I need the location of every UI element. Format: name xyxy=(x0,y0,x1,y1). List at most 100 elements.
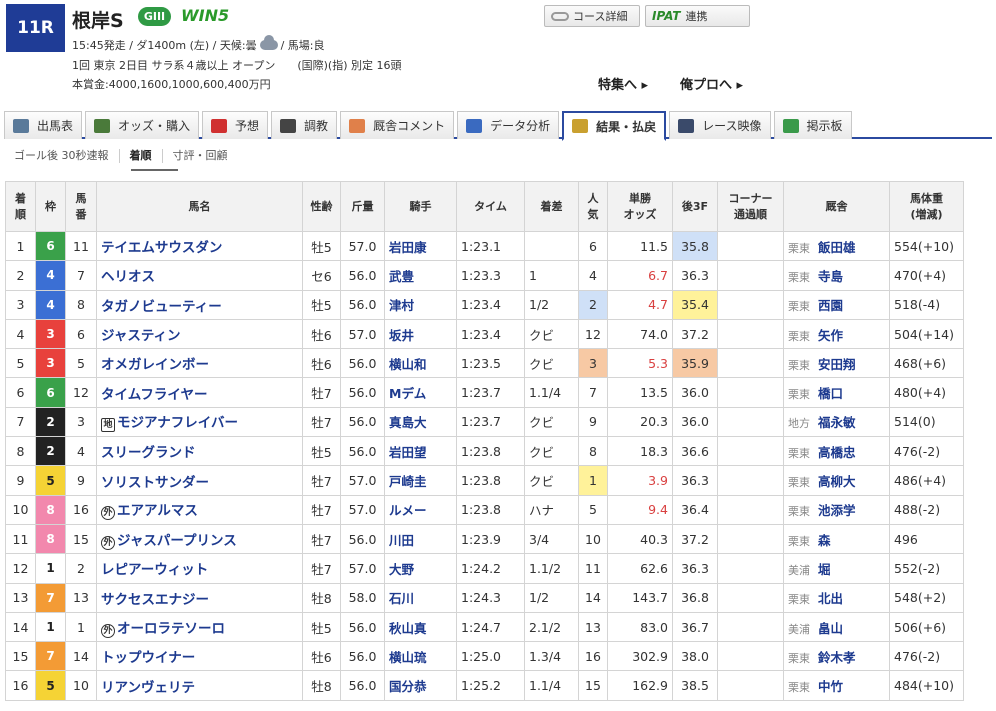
trainer-link[interactable]: 福永敏 xyxy=(818,415,856,430)
tab-label: オッズ・購入 xyxy=(118,119,191,133)
horse-name-link[interactable]: リアンヴェリテ xyxy=(101,680,195,696)
horse-name-link[interactable]: ソリストサンダー xyxy=(101,475,209,491)
trainer-location: 栗東 xyxy=(788,329,810,343)
tab-7[interactable]: レース映像 xyxy=(669,111,771,139)
horse-name-link[interactable]: オメガレインボー xyxy=(101,357,209,373)
jockey-link[interactable]: 武豊 xyxy=(389,269,414,284)
horse-name-cell: ヘリオス xyxy=(96,260,303,291)
margin: 2.1/2 xyxy=(524,611,579,643)
win-odds: 11.5 xyxy=(607,230,673,262)
carried-weight: 56.0 xyxy=(340,523,385,555)
carried-weight: 56.0 xyxy=(340,641,385,672)
tab-6[interactable]: 結果・払戻 xyxy=(562,111,667,141)
horse-name-link[interactable]: タガノビューティー xyxy=(101,299,222,315)
trainer-link[interactable]: 矢作 xyxy=(818,328,843,343)
popularity: 9 xyxy=(578,406,608,438)
trainer-link[interactable]: 鈴木孝 xyxy=(818,650,856,665)
trainer-link[interactable]: 畠山 xyxy=(818,621,843,636)
margin: 1.1/4 xyxy=(524,670,579,701)
horse-number: 15 xyxy=(65,523,97,555)
horse-name-link[interactable]: オーロラテソーロ xyxy=(117,621,225,637)
trainer-link[interactable]: 中竹 xyxy=(818,679,843,694)
horse-name-link[interactable]: スリーグランド xyxy=(101,445,196,461)
finish-time: 1:23.8 xyxy=(456,436,525,467)
jockey-cell: 川田 xyxy=(384,523,457,555)
trainer-link[interactable]: 高橋忠 xyxy=(818,445,856,460)
course-detail-button[interactable]: コース詳細 xyxy=(544,5,640,27)
tab-2[interactable]: 予想 xyxy=(202,111,269,139)
subnav-quick-result[interactable]: ゴール後 30秒速報 xyxy=(4,149,120,163)
subnav-review[interactable]: 寸評・回顧 xyxy=(163,149,238,163)
horse-name-link[interactable]: ジャスティン xyxy=(101,328,181,344)
margin: 1 xyxy=(524,260,579,291)
jockey-link[interactable]: 秋山真 xyxy=(389,621,427,636)
horse-name-link[interactable]: トップウイナー xyxy=(101,650,195,666)
jockey-link[interactable]: 川田 xyxy=(389,533,414,548)
trainer-link[interactable]: 安田翔 xyxy=(818,357,856,372)
jockey-link[interactable]: 大野 xyxy=(389,562,414,577)
finish-rank: 16 xyxy=(5,670,36,701)
horse-name-link[interactable]: ヘリオス xyxy=(101,269,155,285)
waku-badge: 2 xyxy=(39,440,62,463)
tab-8[interactable]: 掲示板 xyxy=(773,111,852,139)
sex-age: セ6 xyxy=(302,260,341,291)
carried-weight: 56.0 xyxy=(340,289,385,320)
jockey-link[interactable]: 戸崎圭 xyxy=(389,474,427,489)
trainer-location: 栗東 xyxy=(788,651,810,665)
col-header-last3f: 後3F xyxy=(672,181,718,232)
jockey-link[interactable]: ルメー xyxy=(389,503,427,518)
body-weight: 468(+6) xyxy=(889,348,964,379)
trainer-link[interactable]: 堀 xyxy=(818,562,831,577)
horse-name-link[interactable]: エアアルマス xyxy=(117,503,198,519)
horse-name-link[interactable]: ジャスパープリンス xyxy=(117,533,237,549)
trainer-link[interactable]: 橋口 xyxy=(818,386,843,401)
trainer-location: 栗東 xyxy=(788,270,810,284)
subnav-finish-order[interactable]: 着順 xyxy=(120,149,163,163)
trainer-link[interactable]: 高柳大 xyxy=(818,474,856,489)
trainer-link[interactable]: 森 xyxy=(818,533,831,548)
ipat-link-button[interactable]: IPAT 連携 xyxy=(645,5,750,27)
horse-name-link[interactable]: サクセスエナジー xyxy=(101,592,209,608)
jockey-link[interactable]: 石川 xyxy=(389,591,414,606)
jockey-link[interactable]: 横山琉 xyxy=(389,650,427,665)
tab-5[interactable]: データ分析 xyxy=(457,111,560,139)
tab-label: 掲示板 xyxy=(806,119,843,133)
jockey-link[interactable]: 横山和 xyxy=(389,357,427,372)
jockey-link[interactable]: 岩田望 xyxy=(389,445,427,460)
jockey-link[interactable]: 坂井 xyxy=(389,328,414,343)
horse-name-link[interactable]: レピアーウィット xyxy=(101,562,208,578)
jockey-link[interactable]: Mデム xyxy=(389,386,426,401)
carried-weight: 58.0 xyxy=(340,582,385,613)
trainer-link[interactable]: 西園 xyxy=(818,298,843,313)
finish-time: 1:23.5 xyxy=(456,348,525,379)
tab-3[interactable]: 調教 xyxy=(271,111,338,139)
waku-cell: 4 xyxy=(35,260,66,291)
horse-name-link[interactable]: テイエムサウスダン xyxy=(101,240,222,256)
jockey-link[interactable]: 国分恭 xyxy=(389,679,427,694)
trainer-link[interactable]: 池添学 xyxy=(818,503,856,518)
trainer-link[interactable]: 飯田雄 xyxy=(818,240,856,255)
carried-weight: 56.0 xyxy=(340,348,385,379)
margin: クビ xyxy=(524,318,579,350)
tab-label: 予想 xyxy=(235,119,260,133)
last-3f: 36.8 xyxy=(672,582,718,613)
trainer-cell: 美浦堀 xyxy=(783,553,890,584)
jockey-link[interactable]: 岩田康 xyxy=(389,240,427,255)
corner-order xyxy=(717,553,784,584)
jockey-link[interactable]: 津村 xyxy=(389,298,414,313)
horse-name-link[interactable]: タイムフライヤー xyxy=(101,387,208,403)
special-link[interactable]: 特集へ ▸ xyxy=(598,74,648,93)
carried-weight: 56.0 xyxy=(340,436,385,467)
tab-1[interactable]: オッズ・購入 xyxy=(85,111,200,139)
trainer-link[interactable]: 寺島 xyxy=(818,269,843,284)
orepro-link[interactable]: 俺プロへ ▸ xyxy=(680,74,743,93)
tab-0[interactable]: 出馬表 xyxy=(4,111,83,139)
trainer-link[interactable]: 北出 xyxy=(818,591,843,606)
popularity: 3 xyxy=(578,348,608,379)
tab-4[interactable]: 厩舎コメント xyxy=(340,111,455,139)
jockey-link[interactable]: 真島大 xyxy=(389,415,427,430)
horse-name-link[interactable]: モジアナフレイバー xyxy=(117,415,238,431)
finish-rank: 1 xyxy=(5,230,36,262)
sex-age: 牡7 xyxy=(302,406,341,438)
horse-name-cell: トップウイナー xyxy=(96,641,303,672)
